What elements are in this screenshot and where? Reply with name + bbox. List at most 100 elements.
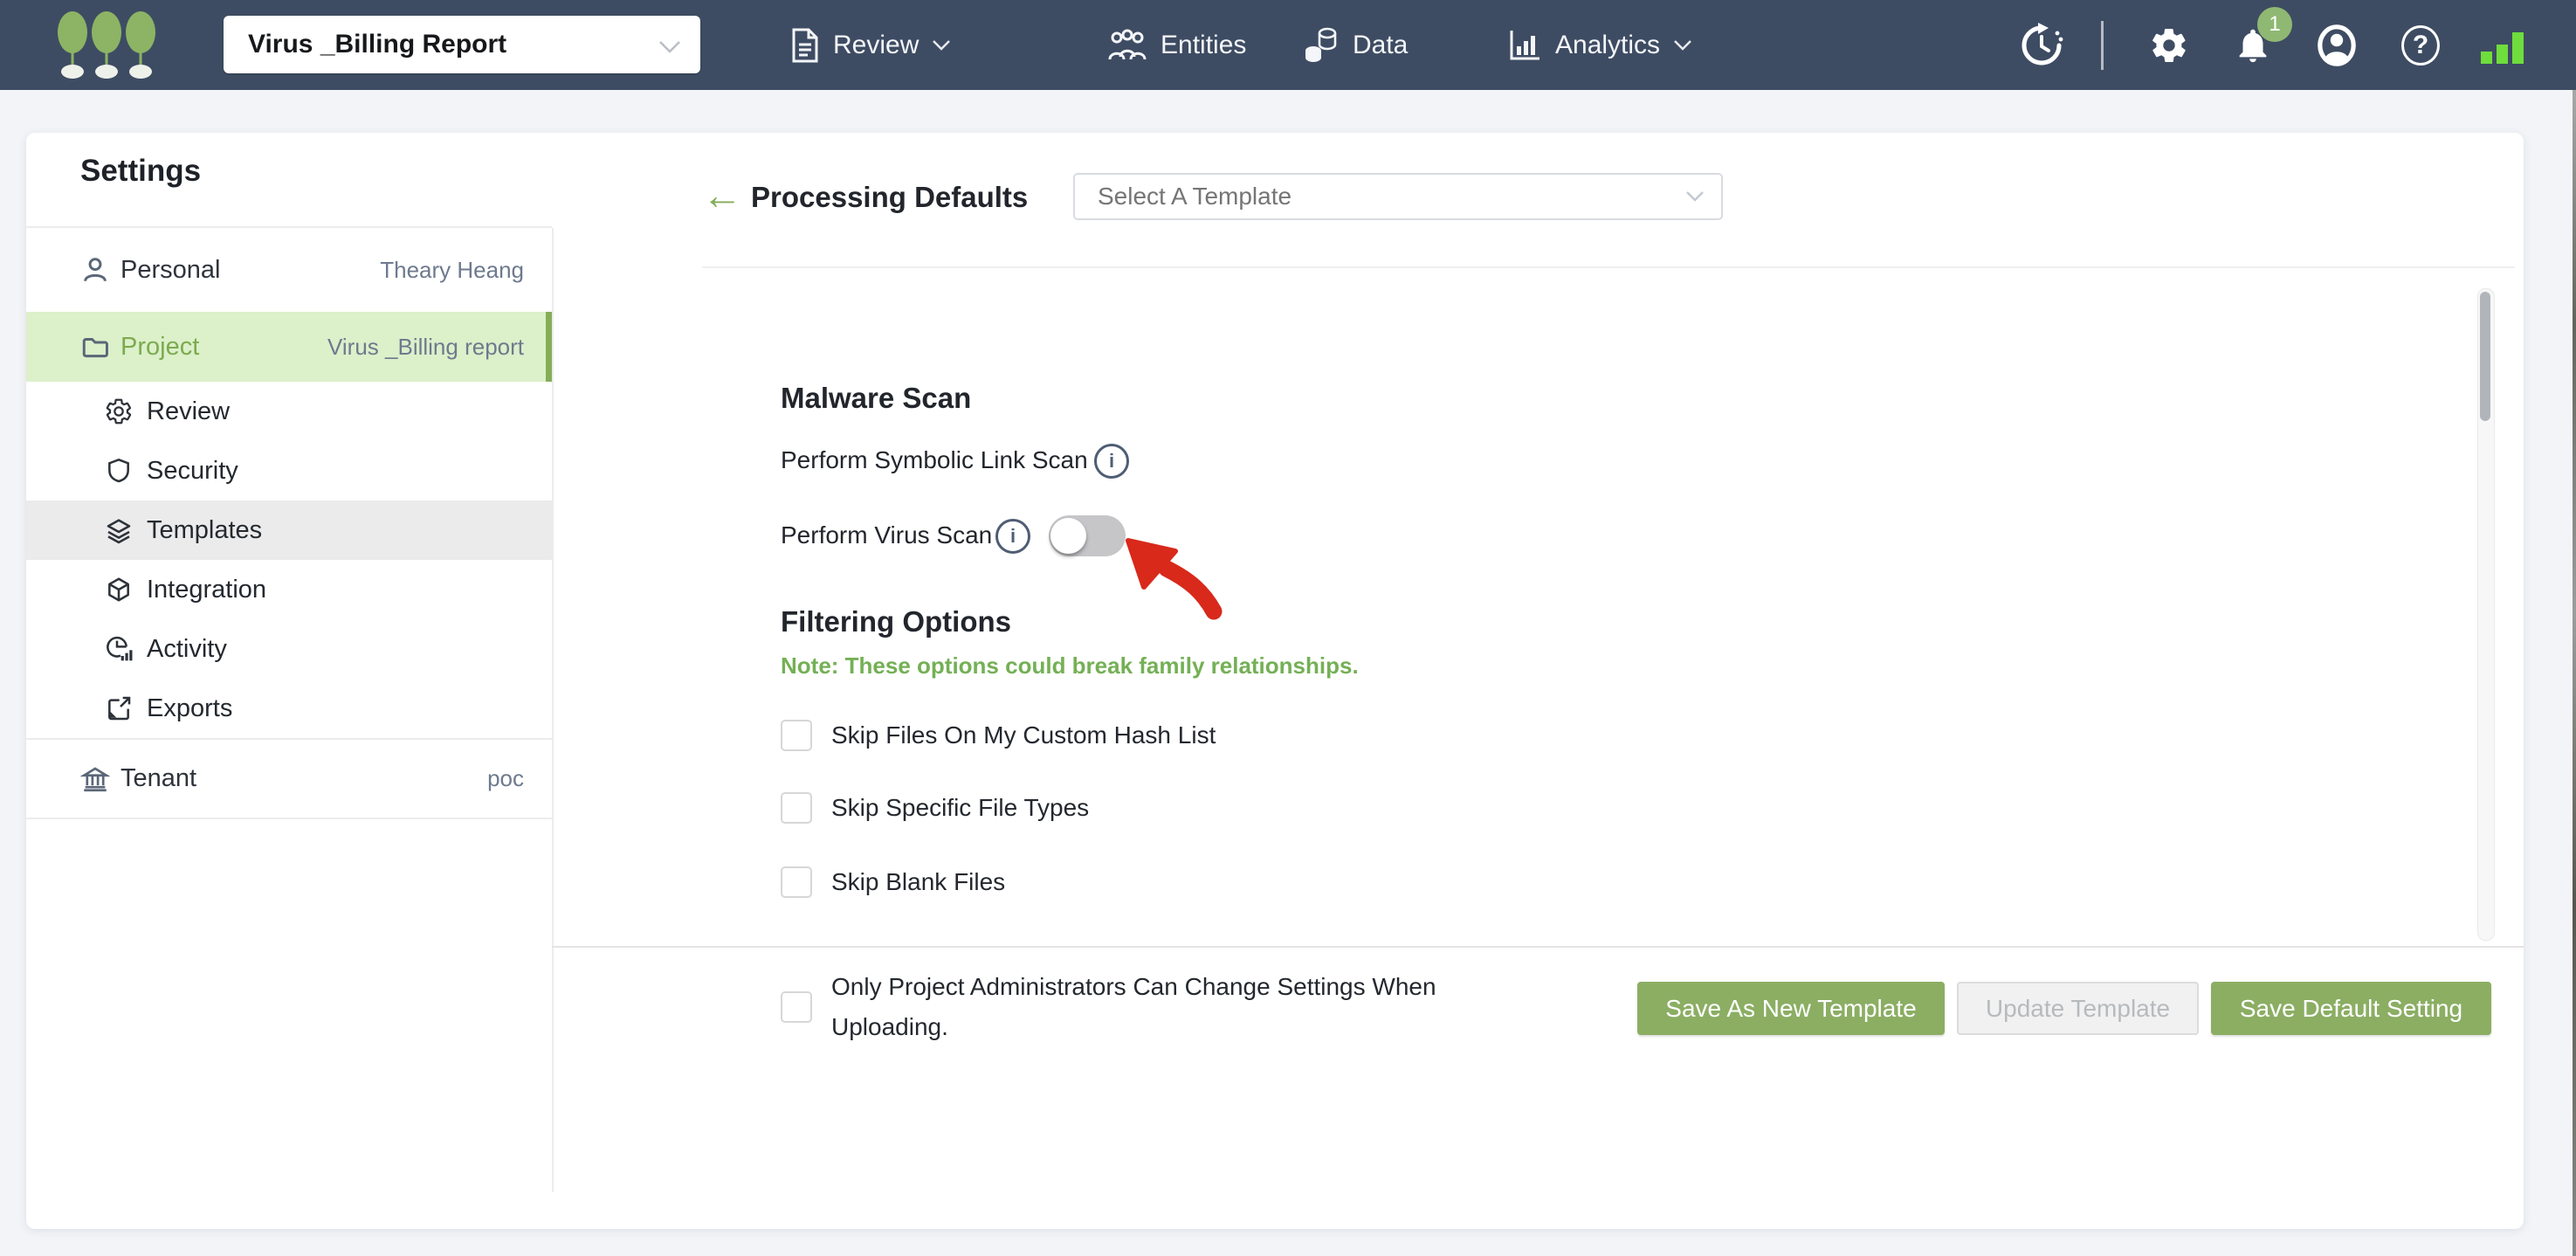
sidebar-item-project[interactable]: Project Virus _Billing report — [26, 312, 552, 382]
usage-status-button[interactable] — [2476, 0, 2531, 90]
profile-button[interactable] — [2312, 0, 2361, 90]
screen-edge-artifact — [2573, 90, 2576, 1256]
admin-only-label: Only Project Administrators Can Change S… — [831, 973, 1436, 1040]
settings-nav-list: Personal Theary Heang Project Virus _Bil… — [26, 226, 552, 819]
history-clock-icon — [2022, 22, 2063, 65]
everlaw-trees-logo[interactable] — [54, 10, 161, 87]
document-icon — [792, 28, 818, 62]
checkbox-label: Skip Specific File Types — [831, 794, 1090, 821]
symbolic-link-scan-label: Perform Symbolic Link Scan — [781, 446, 1088, 473]
sidebar-item-review[interactable]: Review — [26, 382, 552, 441]
chevron-down-icon — [1686, 191, 1704, 202]
shield-icon — [105, 457, 133, 485]
nav-review[interactable]: Review — [790, 0, 951, 90]
screen: Virus _Billing Report Review Entities Da… — [0, 0, 2576, 1256]
nav-analytics-label: Analytics — [1555, 30, 1661, 59]
save-default-setting-button[interactable]: Save Default Setting — [2211, 982, 2491, 1035]
sidebar-item-value: Virus _Billing report — [327, 333, 524, 360]
export-icon — [105, 694, 133, 722]
admin-only-option[interactable]: Only Project Administrators Can Change S… — [781, 967, 1482, 1047]
sidebar-title: Settings — [80, 154, 202, 188]
sidebar-item-personal[interactable]: Personal Theary Heang — [26, 226, 552, 312]
template-select-dropdown[interactable] — [1073, 173, 1723, 220]
help-button[interactable]: ? — [2396, 0, 2445, 90]
sidebar-item-label: Integration — [147, 575, 267, 604]
chevron-down-icon — [933, 40, 951, 51]
sidebar-item-templates[interactable]: Templates — [26, 500, 552, 560]
skip-blank-files-option[interactable]: Skip Blank Files — [781, 866, 1005, 898]
layers-icon — [105, 516, 133, 544]
checkbox-label: Skip Files On My Custom Hash List — [831, 721, 1216, 749]
activity-chart-icon — [105, 635, 133, 663]
nav-analytics[interactable]: Analytics — [1507, 0, 1692, 90]
info-icon[interactable]: i — [1094, 444, 1129, 479]
chevron-down-icon — [659, 41, 680, 53]
trees-icon — [58, 11, 155, 79]
update-template-button[interactable]: Update Template — [1957, 982, 2199, 1035]
settings-button[interactable] — [2145, 0, 2194, 90]
sidebar-item-label: Project — [121, 332, 200, 361]
nav-data-label: Data — [1353, 30, 1409, 59]
sidebar-item-value: poc — [487, 765, 524, 791]
toggle-knob — [1050, 518, 1086, 554]
checkbox[interactable] — [781, 720, 812, 751]
sidebar-item-label: Exports — [147, 694, 233, 722]
gear-icon — [2152, 28, 2186, 62]
back-arrow-button[interactable]: ← — [702, 175, 742, 215]
checkbox[interactable] — [781, 866, 812, 898]
sidebar-item-integration[interactable]: Integration — [26, 560, 552, 619]
skip-file-types-option[interactable]: Skip Specific File Types — [781, 792, 1089, 824]
settings-card: Settings Personal Theary Heang Project V… — [26, 133, 2524, 1229]
footer-buttons: Save As New Template Update Template Sav… — [1637, 982, 2491, 1035]
data-cylinders-icon — [1305, 27, 1337, 62]
project-selector-dropdown[interactable]: Virus _Billing Report — [224, 16, 700, 73]
bar-chart-icon — [1510, 30, 1539, 59]
scrollbar-track[interactable] — [2477, 288, 2495, 941]
checkbox-label: Skip Blank Files — [831, 868, 1006, 895]
page-title: Processing Defaults — [751, 181, 1029, 213]
virus-scan-label: Perform Virus Scan — [781, 521, 993, 549]
chevron-down-icon — [1674, 40, 1691, 51]
sidebar-item-security[interactable]: Security — [26, 441, 552, 500]
skip-hash-list-option[interactable]: Skip Files On My Custom Hash List — [781, 720, 1216, 751]
sidebar-item-value: Theary Heang — [380, 256, 524, 283]
topbar-divider — [2101, 21, 2104, 70]
checkbox[interactable] — [781, 792, 812, 824]
sidebar-item-label: Templates — [147, 515, 263, 544]
folder-icon — [80, 332, 110, 362]
user-avatar-icon — [2318, 24, 2356, 66]
info-icon[interactable]: i — [995, 519, 1030, 554]
sidebar-item-label: Review — [147, 397, 231, 425]
sidebar-item-activity[interactable]: Activity — [26, 619, 552, 679]
annotation-arrow — [1126, 538, 1223, 620]
history-button[interactable] — [2017, 0, 2066, 90]
filtering-options-heading: Filtering Options — [781, 605, 1011, 638]
virus-scan-toggle[interactable] — [1049, 515, 1126, 556]
sidebar-item-label: Security — [147, 456, 238, 485]
help-icon: ? — [2401, 24, 2440, 66]
nav-data[interactable]: Data — [1303, 0, 1408, 90]
notification-badge: 1 — [2257, 7, 2292, 42]
people-group-icon — [1108, 29, 1147, 59]
sidebar-item-exports[interactable]: Exports — [26, 679, 552, 738]
checkbox[interactable] — [781, 991, 812, 1023]
project-selector-value: Virus _Billing Report — [248, 30, 507, 59]
signal-bars-icon — [2481, 31, 2524, 64]
cube-icon — [105, 576, 133, 604]
nav-entities-label: Entities — [1161, 30, 1247, 59]
top-bar: Virus _Billing Report Review Entities Da… — [0, 0, 2576, 90]
nav-entities[interactable]: Entities — [1107, 0, 1246, 90]
sidebar-divider — [552, 228, 554, 1192]
header-divider — [702, 266, 2515, 268]
footer-divider — [552, 946, 2524, 948]
scrollbar-thumb[interactable] — [2480, 292, 2490, 421]
filtering-note: Note: These options could break family r… — [781, 652, 1359, 679]
sidebar-item-tenant[interactable]: Tenant poc — [26, 738, 552, 819]
sidebar-item-label: Personal — [121, 255, 221, 284]
sidebar-item-label: Activity — [147, 634, 227, 663]
malware-scan-heading: Malware Scan — [781, 382, 972, 414]
sidebar-item-label: Tenant — [121, 764, 197, 792]
gear-outline-icon — [105, 397, 133, 425]
person-icon — [80, 255, 110, 285]
save-as-new-template-button[interactable]: Save As New Template — [1637, 982, 1945, 1035]
